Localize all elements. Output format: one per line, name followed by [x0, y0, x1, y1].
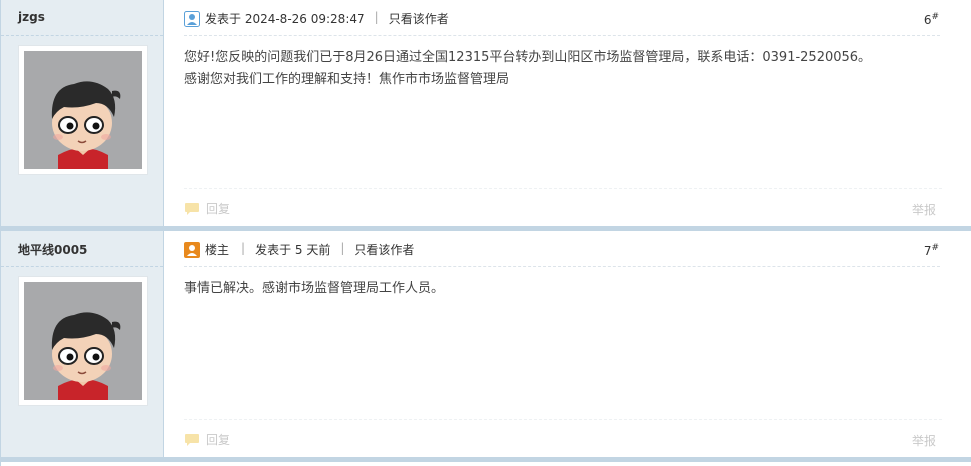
post-footer: 回复 举报: [184, 419, 942, 450]
content-line: 事情已解决。感谢市场监督管理局工作人员。: [184, 281, 445, 296]
post-main: 发表于 2024-8-26 09:28:47 | 只看该作者 6# 您好!您反映…: [164, 0, 971, 226]
report-link[interactable]: 举报: [912, 432, 936, 449]
post-7: 地平线0005 楼主 | 发表于 5 天前 | 只看该作者 7# 事情已解决。感…: [1, 231, 971, 457]
post-separator: [1, 457, 971, 462]
reply-button[interactable]: 回复: [184, 431, 230, 448]
post-meta: 楼主 | 发表于 5 天前 | 只看该作者: [184, 241, 940, 267]
only-author-link[interactable]: 只看该作者: [389, 10, 449, 27]
post-sidebar: jzgs: [1, 0, 164, 226]
owner-icon: [184, 242, 200, 258]
floor-mark: #: [931, 243, 939, 253]
post-6: jzgs 发表于 2024-8-26 09:28:47 | 只看该作者 6# 您…: [1, 0, 971, 226]
sidebar-divider: [1, 266, 163, 267]
meta-divider: |: [340, 241, 345, 255]
content-line: 您好!您反映的问题我们已于8月26日通过全国12315平台转办到山阳区市场监督管…: [184, 50, 872, 65]
reply-icon: [185, 433, 199, 446]
post-time: 发表于 2024-8-26 09:28:47: [205, 12, 365, 26]
default-avatar-image: [24, 51, 142, 169]
author-name[interactable]: 地平线0005: [18, 241, 87, 258]
floor-number[interactable]: 7#: [924, 243, 939, 258]
sidebar-divider: [1, 35, 163, 36]
post-time: 发表于 5 天前: [255, 243, 331, 257]
content-line: 感谢您对我们工作的理解和支持！焦作市市场监督管理局: [184, 72, 510, 87]
author-name[interactable]: jzgs: [18, 10, 45, 24]
post-main: 楼主 | 发表于 5 天前 | 只看该作者 7# 事情已解决。感谢市场监督管理局…: [164, 231, 971, 457]
floor-number[interactable]: 6#: [924, 12, 939, 27]
reply-label: 回复: [206, 202, 231, 216]
floor-mark: #: [931, 12, 939, 22]
owner-badge: 楼主: [205, 243, 230, 257]
thread: jzgs 发表于 2024-8-26 09:28:47 | 只看该作者 6# 您…: [0, 0, 971, 466]
avatar[interactable]: [18, 276, 148, 406]
post-sidebar: 地平线0005: [1, 231, 164, 457]
default-avatar-image: [24, 282, 142, 400]
meta-divider: |: [241, 241, 246, 255]
avatar[interactable]: [18, 45, 148, 175]
only-author-link[interactable]: 只看该作者: [354, 241, 414, 258]
post-meta: 发表于 2024-8-26 09:28:47 | 只看该作者: [184, 10, 940, 36]
post-content: 事情已解决。感谢市场监督管理局工作人员。: [184, 278, 932, 300]
user-icon: [184, 11, 200, 27]
reply-icon: [185, 202, 199, 215]
report-link[interactable]: 举报: [912, 201, 936, 218]
reply-label: 回复: [206, 433, 231, 447]
post-footer: 回复 举报: [184, 188, 942, 219]
post-content: 您好!您反映的问题我们已于8月26日通过全国12315平台转办到山阳区市场监督管…: [184, 47, 932, 91]
meta-divider: |: [374, 10, 379, 24]
reply-button[interactable]: 回复: [184, 200, 230, 217]
